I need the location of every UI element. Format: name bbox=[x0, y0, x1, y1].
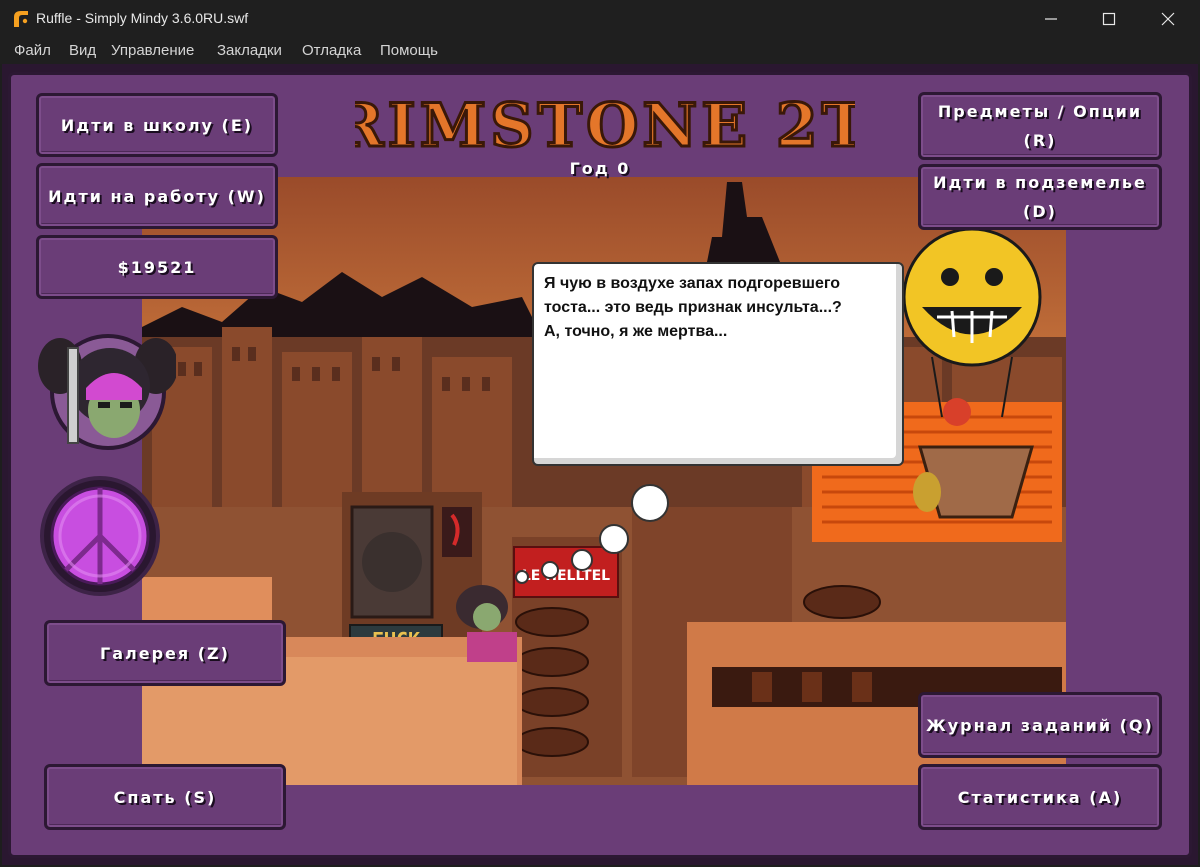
go-to-work-button[interactable]: Идти на работу (W) bbox=[36, 163, 278, 229]
game-logo: BRIMSTONE 2TH bbox=[355, 90, 855, 159]
mindy-portrait[interactable] bbox=[38, 328, 176, 450]
menu-bookmarks[interactable]: Закладки bbox=[217, 42, 282, 59]
go-to-dungeon-button[interactable]: Идти в подземелье (D) bbox=[918, 164, 1162, 230]
go-to-school-button[interactable]: Идти в школу (E) bbox=[36, 93, 278, 157]
dialog-text: Я чую в воздухе запах подгоревшего тоста… bbox=[544, 275, 842, 340]
statistics-button[interactable]: Статистика (A) bbox=[918, 764, 1162, 830]
quest-log-button[interactable]: Журнал заданий (Q) bbox=[918, 692, 1162, 758]
menu-bar: Файл Вид Управление Закладки Отладка Пом… bbox=[0, 38, 1200, 64]
year-label: Год 0 bbox=[569, 159, 631, 178]
peace-symbol-icon[interactable] bbox=[37, 474, 163, 598]
maximize-button[interactable] bbox=[1080, 0, 1138, 38]
ruffle-logo-icon bbox=[14, 11, 28, 27]
hotel-sign-text: LE HELLTEL bbox=[522, 568, 610, 584]
close-button[interactable] bbox=[1139, 0, 1197, 38]
menu-controls[interactable]: Управление bbox=[111, 42, 194, 59]
close-icon bbox=[1161, 12, 1175, 26]
minimize-icon bbox=[1045, 18, 1057, 20]
money-display: $19521 bbox=[36, 235, 278, 299]
items-options-button[interactable]: Предметы / Опции (R) bbox=[918, 92, 1162, 160]
minimize-button[interactable] bbox=[1022, 0, 1080, 38]
thought-dialog[interactable]: Я чую в воздухе запах подгоревшего тоста… bbox=[532, 262, 904, 466]
window-title: Ruffle - Simply Mindy 3.6.0RU.swf bbox=[36, 10, 249, 26]
logo-text: BRIMSTONE 2TH bbox=[355, 91, 855, 158]
menu-help[interactable]: Помощь bbox=[380, 42, 438, 59]
title-bar: Ruffle - Simply Mindy 3.6.0RU.swf bbox=[0, 0, 1200, 38]
menu-view[interactable]: Вид bbox=[69, 42, 96, 59]
gallery-button[interactable]: Галерея (Z) bbox=[44, 620, 286, 686]
maximize-icon bbox=[1102, 12, 1116, 26]
sleep-button[interactable]: Спать (S) bbox=[44, 764, 286, 830]
menu-file[interactable]: Файл bbox=[14, 42, 51, 59]
menu-debug[interactable]: Отладка bbox=[302, 42, 361, 59]
